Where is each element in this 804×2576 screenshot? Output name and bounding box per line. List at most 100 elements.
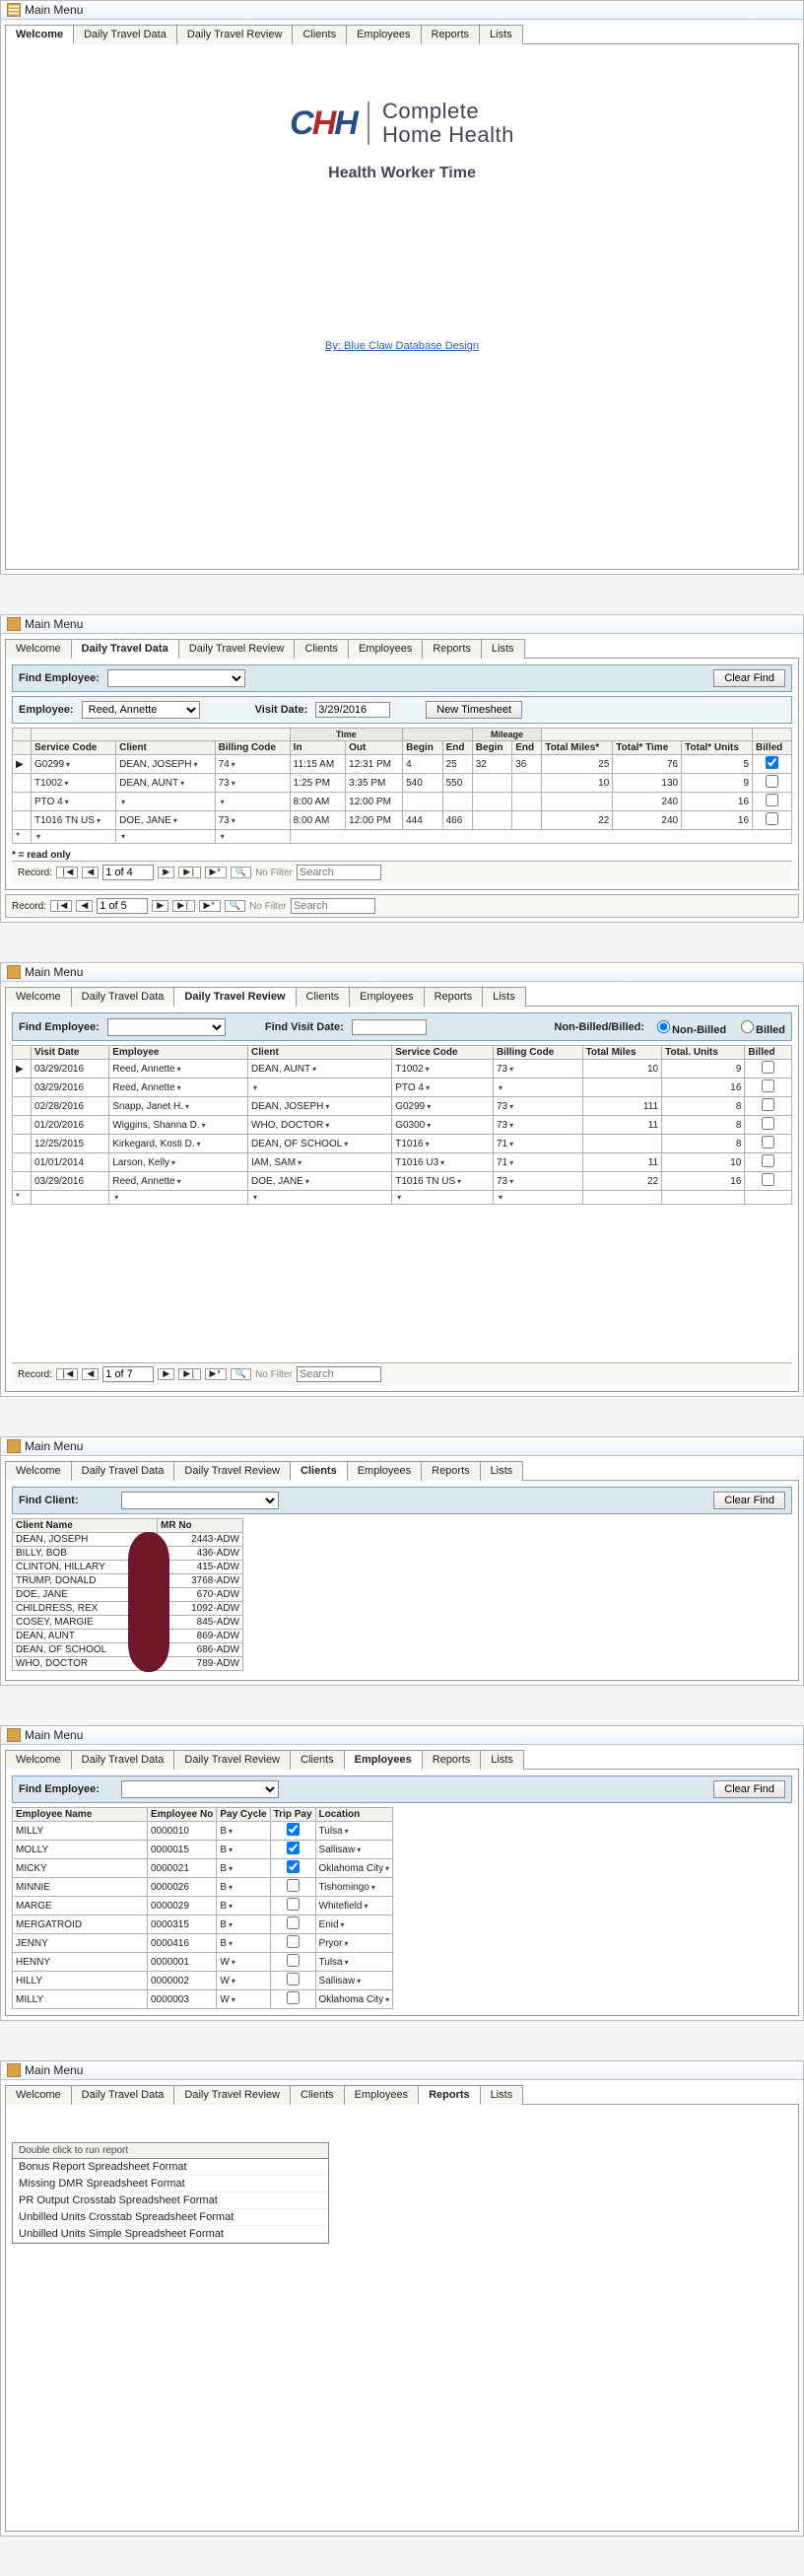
tab-reports[interactable]: Reports (418, 2085, 481, 2105)
tab-welcome[interactable]: Welcome (5, 25, 74, 44)
nav-last[interactable]: ▶| (178, 1368, 200, 1380)
trip-pay-checkbox[interactable] (287, 1973, 300, 1985)
report-item[interactable]: PR Output Crosstab Spreadsheet Format (13, 2193, 328, 2209)
table-row[interactable]: HENNY0000001WTulsa (13, 1953, 393, 1972)
new-row[interactable]: * (13, 830, 792, 844)
tab-daily-travel-data[interactable]: Daily Travel Data (71, 987, 175, 1007)
tab-reports[interactable]: Reports (422, 639, 482, 659)
table-row[interactable]: MILLY0000003WOklahoma City (13, 1990, 393, 2009)
tab-clients[interactable]: Clients (294, 639, 349, 659)
trip-pay-checkbox[interactable] (287, 1842, 300, 1854)
table-row[interactable]: HILLY0000002WSallisaw (13, 1972, 393, 1990)
nav-last[interactable]: ▶| (178, 867, 200, 878)
table-row[interactable]: 12/25/2015Kirkegard, Kosti D.DEAN, OF SC… (13, 1135, 792, 1153)
visit-date-input[interactable] (315, 702, 390, 718)
clients-grid[interactable]: Client NameMR NoDEAN, JOSEPH2443-ADWBILL… (12, 1518, 243, 1671)
travel-data-grid[interactable]: TimeMileageService CodeClientBilling Cod… (12, 728, 792, 844)
table-row[interactable]: 03/29/2016Reed, AnnettePTO 416 (13, 1079, 792, 1097)
tab-daily-travel-review[interactable]: Daily Travel Review (173, 2085, 291, 2105)
nav-next[interactable]: ▶ (152, 900, 168, 912)
nav-position[interactable] (102, 1366, 154, 1382)
tab-daily-travel-review[interactable]: Daily Travel Review (178, 639, 296, 659)
table-row[interactable]: MILLY0000010BTulsa (13, 1822, 393, 1841)
tab-daily-travel-review[interactable]: Daily Travel Review (173, 987, 296, 1007)
table-row[interactable]: 01/20/2016Wiggins, Shanna D.WHO, DOCTORG… (13, 1116, 792, 1135)
table-row[interactable]: DEAN, JOSEPH2443-ADW (13, 1533, 243, 1547)
tab-welcome[interactable]: Welcome (5, 639, 72, 659)
tab-daily-travel-data[interactable]: Daily Travel Data (71, 639, 179, 659)
table-row[interactable]: MOLLY0000015BSallisaw (13, 1841, 393, 1859)
billed-checkbox[interactable] (762, 1136, 774, 1149)
report-item[interactable]: Bonus Report Spreadsheet Format (13, 2159, 328, 2176)
tab-daily-travel-data[interactable]: Daily Travel Data (71, 1461, 175, 1481)
billed-checkbox[interactable] (762, 1079, 774, 1092)
tab-employees[interactable]: Employees (347, 1461, 422, 1481)
radio-nonbilled[interactable] (657, 1020, 670, 1033)
trip-pay-checkbox[interactable] (287, 1991, 300, 2004)
trip-pay-checkbox[interactable] (287, 1898, 300, 1911)
tab-employees[interactable]: Employees (346, 25, 421, 44)
trip-pay-checkbox[interactable] (287, 1860, 300, 1873)
trip-pay-checkbox[interactable] (287, 1916, 300, 1929)
tab-welcome[interactable]: Welcome (5, 2085, 72, 2105)
find-visit-input[interactable] (352, 1019, 427, 1035)
table-row[interactable]: DEAN, AUNT869-ADW (13, 1630, 243, 1643)
filter-icon[interactable]: 🔍 (225, 900, 245, 912)
tab-daily-travel-review[interactable]: Daily Travel Review (173, 1461, 291, 1481)
nav-next[interactable]: ▶ (158, 1368, 174, 1380)
search-input[interactable] (297, 865, 381, 880)
billed-checkbox[interactable] (762, 1173, 774, 1186)
employee-select[interactable]: Reed, Annette (82, 701, 200, 719)
table-row[interactable]: MARGE0000029BWhitefield (13, 1897, 393, 1915)
billed-checkbox[interactable] (766, 794, 778, 806)
table-row[interactable]: DOE, JANE670-ADW (13, 1588, 243, 1602)
new-timesheet-button[interactable]: New Timesheet (426, 701, 522, 719)
find-employee-select[interactable] (107, 1018, 226, 1036)
table-row[interactable]: MINNIE0000026BTishomingo (13, 1878, 393, 1897)
tab-reports[interactable]: Reports (421, 1461, 481, 1481)
tab-welcome[interactable]: Welcome (5, 1750, 72, 1770)
employees-grid[interactable]: Employee NameEmployee NoPay CycleTrip Pa… (12, 1807, 393, 2009)
billed-checkbox[interactable] (766, 812, 778, 825)
table-row[interactable]: ▶03/29/2016Reed, AnnetteDEAN, AUNTT10027… (13, 1060, 792, 1079)
report-list[interactable]: Double click to run reportBonus Report S… (12, 2142, 329, 2244)
clear-find-button[interactable]: Clear Find (713, 1780, 785, 1798)
tab-lists[interactable]: Lists (479, 25, 523, 44)
table-row[interactable]: PTO 48:00 AM12:00 PM24016 (13, 793, 792, 811)
tab-employees[interactable]: Employees (344, 1750, 423, 1770)
clear-find-button[interactable]: Clear Find (713, 1492, 785, 1509)
radio-billed[interactable] (741, 1020, 754, 1033)
table-row[interactable]: T1002DEAN, AUNT731:25 PM3:35 PM540550101… (13, 774, 792, 793)
table-row[interactable]: WHO, DOCTOR789-ADW (13, 1657, 243, 1671)
credit-link[interactable]: By: Blue Claw Database Design (12, 340, 792, 352)
trip-pay-checkbox[interactable] (287, 1823, 300, 1836)
table-row[interactable]: MICKY0000021BOklahoma City (13, 1859, 393, 1878)
billed-checkbox[interactable] (766, 775, 778, 788)
tab-clients[interactable]: Clients (292, 25, 347, 44)
nav-first[interactable]: |◀ (50, 900, 72, 912)
find-employee-select[interactable] (107, 669, 245, 687)
tab-clients[interactable]: Clients (290, 1461, 348, 1481)
table-row[interactable]: BILLY, BOB436-ADW (13, 1547, 243, 1561)
tab-clients[interactable]: Clients (296, 987, 351, 1007)
search-input[interactable] (291, 898, 375, 914)
nav-position[interactable] (97, 898, 148, 914)
trip-pay-checkbox[interactable] (287, 1935, 300, 1948)
filter-icon[interactable]: 🔍 (231, 867, 251, 878)
table-row[interactable]: 01/01/2014Larson, KellyIAM, SAMT1016 U37… (13, 1153, 792, 1172)
table-row[interactable]: COSEY, MARGIE845-ADW (13, 1616, 243, 1630)
nav-position[interactable] (102, 865, 154, 880)
tab-lists[interactable]: Lists (480, 1461, 524, 1481)
tab-reports[interactable]: Reports (421, 25, 481, 44)
nav-new[interactable]: ▶* (205, 1368, 227, 1380)
tab-lists[interactable]: Lists (481, 639, 525, 659)
clear-find-button[interactable]: Clear Find (713, 669, 785, 687)
billed-checkbox[interactable] (762, 1154, 774, 1167)
tab-daily-travel-review[interactable]: Daily Travel Review (173, 1750, 291, 1770)
tab-lists[interactable]: Lists (480, 2085, 524, 2105)
tab-daily-travel-data[interactable]: Daily Travel Data (73, 25, 177, 44)
billed-checkbox[interactable] (762, 1117, 774, 1130)
travel-review-grid[interactable]: Visit DateEmployeeClientService CodeBill… (12, 1045, 792, 1205)
tab-daily-travel-data[interactable]: Daily Travel Data (71, 1750, 175, 1770)
tab-reports[interactable]: Reports (422, 1750, 482, 1770)
